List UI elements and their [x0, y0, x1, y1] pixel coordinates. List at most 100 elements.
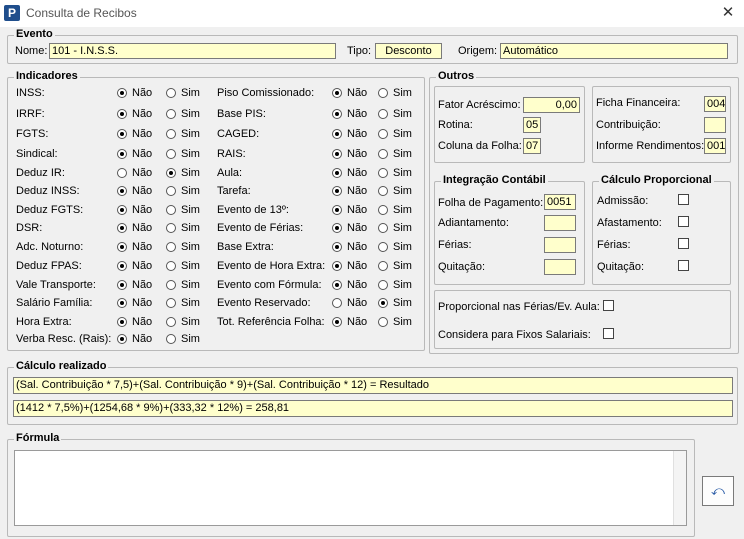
nao-radio[interactable] — [117, 129, 127, 139]
nao-radio[interactable] — [332, 129, 342, 139]
sim-label: Sim — [393, 279, 412, 291]
close-icon[interactable]: ✕ — [718, 4, 738, 22]
sim-radio[interactable] — [166, 205, 176, 215]
nao-radio[interactable] — [332, 149, 342, 159]
sim-radio[interactable] — [166, 242, 176, 252]
sim-radio[interactable] — [378, 109, 388, 119]
sim-radio[interactable] — [378, 280, 388, 290]
nao-radio[interactable] — [332, 223, 342, 233]
nao-radio[interactable] — [117, 261, 127, 271]
admissao-checkbox[interactable] — [678, 194, 689, 205]
nao-radio[interactable] — [117, 223, 127, 233]
nao-radio[interactable] — [117, 280, 127, 290]
nao-radio[interactable] — [332, 242, 342, 252]
sim-radio[interactable] — [166, 223, 176, 233]
informe-field[interactable]: 001 — [704, 138, 726, 154]
nao-radio[interactable] — [117, 149, 127, 159]
sim-label: Sim — [393, 222, 412, 234]
formula-scrollbar[interactable] — [673, 451, 686, 525]
folha-label: Folha de Pagamento: — [438, 197, 544, 209]
nao-radio[interactable] — [117, 205, 127, 215]
nao-radio[interactable] — [332, 280, 342, 290]
calculo-formula-field[interactable]: (Sal. Contribuição * 7,5)+(Sal. Contribu… — [13, 377, 733, 394]
sim-radio[interactable] — [166, 168, 176, 178]
nao-radio[interactable] — [117, 317, 127, 327]
afastamento-checkbox[interactable] — [678, 216, 689, 227]
sim-radio[interactable] — [166, 334, 176, 344]
nao-radio[interactable] — [332, 186, 342, 196]
sim-radio[interactable] — [166, 280, 176, 290]
nao-radio[interactable] — [117, 168, 127, 178]
sim-radio[interactable] — [378, 186, 388, 196]
formula-title: Fórmula — [14, 432, 62, 444]
nome-field[interactable]: 101 - I.N.S.S. — [49, 43, 336, 59]
undo-button[interactable]: ⤺ — [702, 476, 734, 506]
indicator-right-label: Base Extra: — [217, 241, 274, 253]
quitacao-int-field[interactable] — [544, 259, 576, 275]
adiant-field[interactable] — [544, 215, 576, 231]
indicator-right-label: Evento de Férias: — [217, 222, 304, 234]
indicator-left-label: Adc. Noturno: — [16, 241, 84, 253]
fixos-checkbox[interactable] — [603, 328, 614, 339]
sim-radio[interactable] — [166, 317, 176, 327]
nao-label: Não — [347, 279, 368, 291]
nao-radio[interactable] — [117, 242, 127, 252]
nao-radio[interactable] — [117, 109, 127, 119]
tipo-field[interactable]: Desconto — [375, 43, 442, 59]
ferias-int-field[interactable] — [544, 237, 576, 253]
sim-radio[interactable] — [378, 149, 388, 159]
folha-field[interactable]: 0051 — [544, 194, 576, 210]
sim-label: Sim — [393, 87, 412, 99]
nao-label: Não — [347, 87, 368, 99]
sim-radio[interactable] — [166, 88, 176, 98]
sim-radio[interactable] — [378, 298, 388, 308]
nao-radio[interactable] — [117, 88, 127, 98]
origem-field[interactable]: Automático — [500, 43, 728, 59]
nao-radio[interactable] — [332, 317, 342, 327]
calculo-result-field[interactable]: (1412 * 7,5%)+(1254,68 * 9%)+(333,32 * 1… — [13, 400, 733, 417]
coluna-field[interactable]: 07 — [523, 138, 541, 154]
nao-radio[interactable] — [117, 298, 127, 308]
sim-label: Sim — [181, 87, 200, 99]
nao-label: Não — [347, 222, 368, 234]
sim-radio[interactable] — [166, 261, 176, 271]
nao-label: Não — [132, 316, 153, 328]
sim-radio[interactable] — [166, 298, 176, 308]
sim-radio[interactable] — [166, 186, 176, 196]
origem-label: Origem: — [458, 45, 498, 57]
indicator-right-label: Base PIS: — [217, 108, 266, 120]
sim-label: Sim — [393, 204, 412, 216]
nao-radio[interactable] — [332, 88, 342, 98]
sim-radio[interactable] — [378, 88, 388, 98]
prop-ferias-checkbox[interactable] — [603, 300, 614, 311]
ficha-field[interactable]: 004 — [704, 96, 726, 112]
proporcional-title: Cálculo Proporcional — [599, 174, 714, 186]
nao-radio[interactable] — [332, 298, 342, 308]
contrib-field[interactable] — [704, 117, 726, 133]
sim-radio[interactable] — [378, 242, 388, 252]
sim-radio[interactable] — [378, 205, 388, 215]
quitacao-prop-checkbox[interactable] — [678, 260, 689, 271]
nao-radio[interactable] — [332, 168, 342, 178]
nao-radio[interactable] — [117, 334, 127, 344]
ferias-prop-label: Férias: — [597, 239, 631, 251]
sim-label: Sim — [393, 260, 412, 272]
nao-radio[interactable] — [332, 205, 342, 215]
rotina-field[interactable]: 05 — [523, 117, 541, 133]
sim-radio[interactable] — [166, 109, 176, 119]
sim-radio[interactable] — [378, 317, 388, 327]
sim-radio[interactable] — [166, 149, 176, 159]
sim-radio[interactable] — [166, 129, 176, 139]
formula-textarea[interactable] — [14, 450, 687, 526]
sim-radio[interactable] — [378, 261, 388, 271]
sim-radio[interactable] — [378, 223, 388, 233]
nao-radio[interactable] — [117, 186, 127, 196]
nao-radio[interactable] — [332, 261, 342, 271]
sim-radio[interactable] — [378, 168, 388, 178]
sim-radio[interactable] — [378, 129, 388, 139]
fator-field[interactable]: 0,00 — [523, 97, 580, 113]
nao-label: Não — [132, 108, 153, 120]
nao-radio[interactable] — [332, 109, 342, 119]
ferias-prop-checkbox[interactable] — [678, 238, 689, 249]
afastamento-label: Afastamento: — [597, 217, 662, 229]
